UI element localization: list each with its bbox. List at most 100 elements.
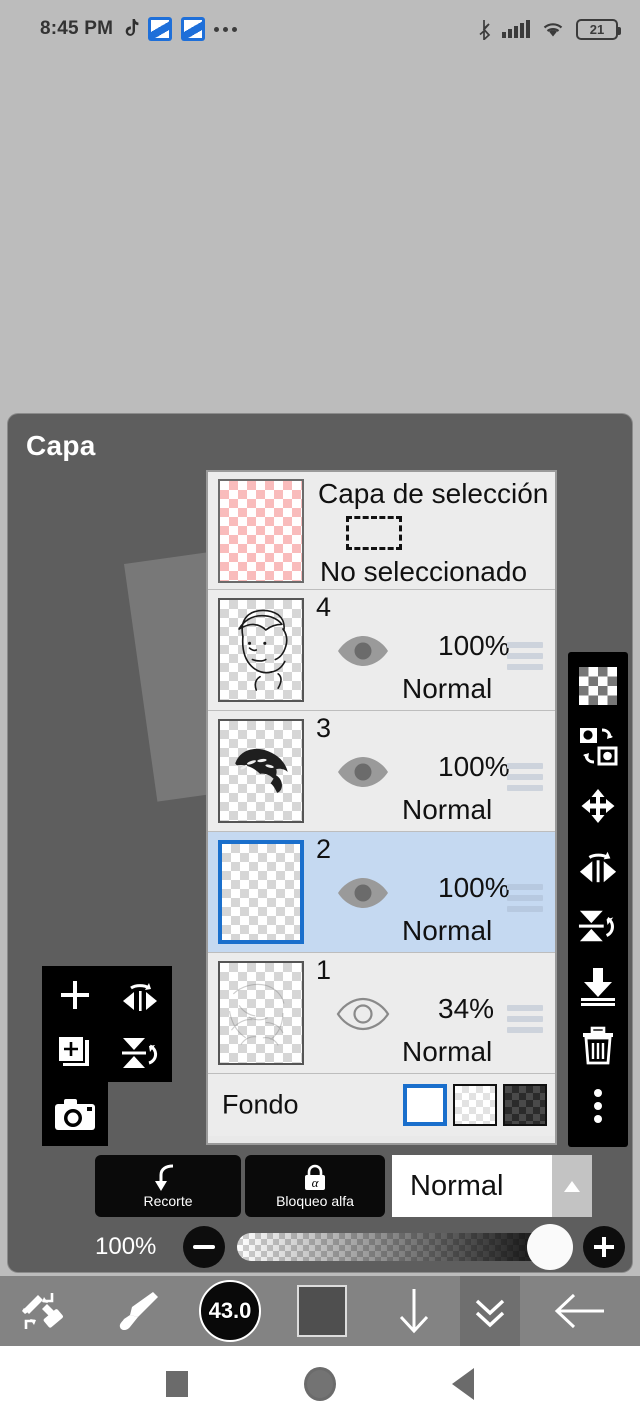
thumbnail-cell[interactable] [208, 832, 314, 952]
layer-row-body: 2 100% Normal [314, 832, 555, 952]
layer-opacity: 34% [438, 993, 495, 1024]
svg-text:α: α [312, 1175, 320, 1190]
tiktok-icon [125, 18, 139, 36]
table-row[interactable]: 2 100% Normal [208, 832, 555, 953]
blend-mode-value: Normal [410, 1169, 504, 1202]
clipping-button-label: Recorte [143, 1192, 193, 1209]
layer-list[interactable]: Capa de selección No seleccionado 4 100%… [206, 470, 557, 1145]
light-checker-swatch[interactable] [453, 1084, 497, 1126]
layer-row-body: 1 34% Normal [314, 953, 555, 1073]
opacity-plus-button[interactable] [583, 1226, 625, 1268]
layer-opacity: 100% [438, 872, 510, 903]
layer-blend-mode: Normal [402, 794, 493, 825]
status-bar-right: 21 [478, 0, 621, 58]
status-bar: 8:45 PM 21 [0, 0, 640, 58]
home-circle-icon[interactable] [304, 1367, 336, 1401]
alpha-lock-icon: α [305, 1164, 325, 1190]
table-row[interactable]: 1 34% Normal [208, 953, 555, 1074]
flip-horizontal-icon[interactable] [578, 846, 618, 886]
layer-number: 2 [316, 834, 332, 864]
drag-handle[interactable] [507, 763, 543, 791]
flip-vertical-icon[interactable] [578, 906, 618, 946]
background-swatches [403, 1084, 547, 1126]
back-arrow[interactable] [520, 1276, 640, 1346]
back-triangle-icon[interactable] [452, 1368, 474, 1400]
delete-trash-icon[interactable] [578, 1026, 618, 1066]
background-label: Fondo [222, 1089, 299, 1120]
layer-row-body: 4 100% Normal [314, 590, 555, 710]
dark-checker-swatch[interactable] [503, 1084, 547, 1126]
selection-marquee-icon [346, 516, 402, 550]
layer-row-body: 3 100% Normal [314, 711, 555, 831]
drag-handle[interactable] [507, 1005, 543, 1033]
camera-import-icon[interactable] [42, 1082, 108, 1146]
move-arrows-icon[interactable] [578, 786, 618, 826]
download-arrow-tool[interactable] [368, 1276, 460, 1346]
blend-mode-select[interactable]: Normal [392, 1155, 592, 1217]
layer-opacity: 100% [438, 751, 510, 782]
more-vertical-icon[interactable] [578, 1086, 618, 1126]
current-color-square[interactable] [297, 1285, 347, 1337]
table-row[interactable]: 4 100% Normal [208, 590, 555, 711]
transparency-checker-icon[interactable] [578, 666, 618, 706]
selection-layer-body: Capa de selección No seleccionado [314, 472, 555, 589]
color-swatch[interactable] [276, 1276, 368, 1346]
layer-blend-mode: Normal [402, 673, 493, 704]
merge-down-icon[interactable] [578, 966, 618, 1006]
undo-redo-eraser-tool[interactable] [0, 1276, 92, 1346]
thumbnail-cell[interactable] [208, 590, 314, 710]
opacity-value: 100% [95, 1233, 157, 1260]
opacity-minus-button[interactable] [183, 1226, 225, 1268]
alpha-lock-button-label: Bloqueo alfa [276, 1192, 354, 1209]
thumbnail-cell[interactable] [208, 711, 314, 831]
visibility-eye-icon[interactable] [336, 997, 390, 1036]
battery-icon: 21 [576, 18, 621, 40]
white-swatch[interactable] [403, 1084, 447, 1126]
selection-status: No seleccionado [320, 556, 528, 587]
table-row[interactable]: 3 100% Normal [208, 711, 555, 832]
flip-horizontal-rotate-icon[interactable] [107, 966, 172, 1024]
thumbnail-cell[interactable] [208, 953, 314, 1073]
brush-size-indicator[interactable]: 43.0 [184, 1276, 276, 1346]
drag-handle[interactable] [507, 642, 543, 670]
app-root: 8:45 PM 21 Capa Capa de selección No sel… [0, 0, 640, 1422]
transform-copy-icon[interactable] [578, 726, 618, 766]
empty-thumb [218, 840, 304, 944]
layer-number: 4 [316, 592, 332, 622]
opacity-slider[interactable] [237, 1224, 573, 1270]
layer-number: 3 [316, 713, 332, 743]
flip-vertical-rotate-icon[interactable] [107, 1024, 172, 1082]
duplicate-layer-icon[interactable] [42, 1024, 107, 1082]
face-lineart-thumb [218, 598, 304, 702]
thumbnail-cell[interactable] [208, 472, 314, 589]
opacity-control: 100% [95, 1223, 625, 1271]
left-tool-cluster [42, 966, 172, 1082]
visibility-eye-icon[interactable] [336, 634, 390, 673]
sketch-thumb [218, 961, 304, 1065]
bluetooth-icon [479, 19, 491, 40]
status-bar-left: 8:45 PM [40, 0, 238, 58]
layer-number: 1 [316, 955, 332, 985]
left-tool-cluster-lower [42, 1082, 108, 1146]
selection-layer-row[interactable]: Capa de selección No seleccionado [208, 472, 555, 590]
add-layer-plus-icon[interactable] [42, 966, 107, 1024]
opacity-slider-knob[interactable] [527, 1224, 573, 1270]
recents-square-icon[interactable] [166, 1371, 188, 1397]
brush-size-value: 43.0 [208, 1297, 253, 1324]
bottom-toolbar: 43.0 [0, 1276, 640, 1346]
visibility-eye-icon[interactable] [336, 755, 390, 794]
layer-blend-mode: Normal [402, 915, 493, 946]
hair-strokes-thumb [218, 719, 304, 823]
brush-size-circle[interactable]: 43.0 [199, 1280, 261, 1342]
clipping-button[interactable]: Recorte [95, 1155, 241, 1217]
drag-handle[interactable] [507, 884, 543, 912]
alpha-lock-button[interactable]: α Bloqueo alfa [245, 1155, 385, 1217]
brush-tool[interactable] [92, 1276, 184, 1346]
collapse-double-chevron[interactable] [460, 1276, 520, 1346]
background-row[interactable]: Fondo [208, 1074, 555, 1136]
visibility-eye-icon[interactable] [336, 876, 390, 915]
opacity-slider-track[interactable] [237, 1233, 571, 1261]
layer-actions-toolbar [568, 652, 628, 1147]
chevron-up-icon[interactable] [552, 1155, 592, 1217]
selection-layer-title: Capa de selección [318, 478, 549, 509]
